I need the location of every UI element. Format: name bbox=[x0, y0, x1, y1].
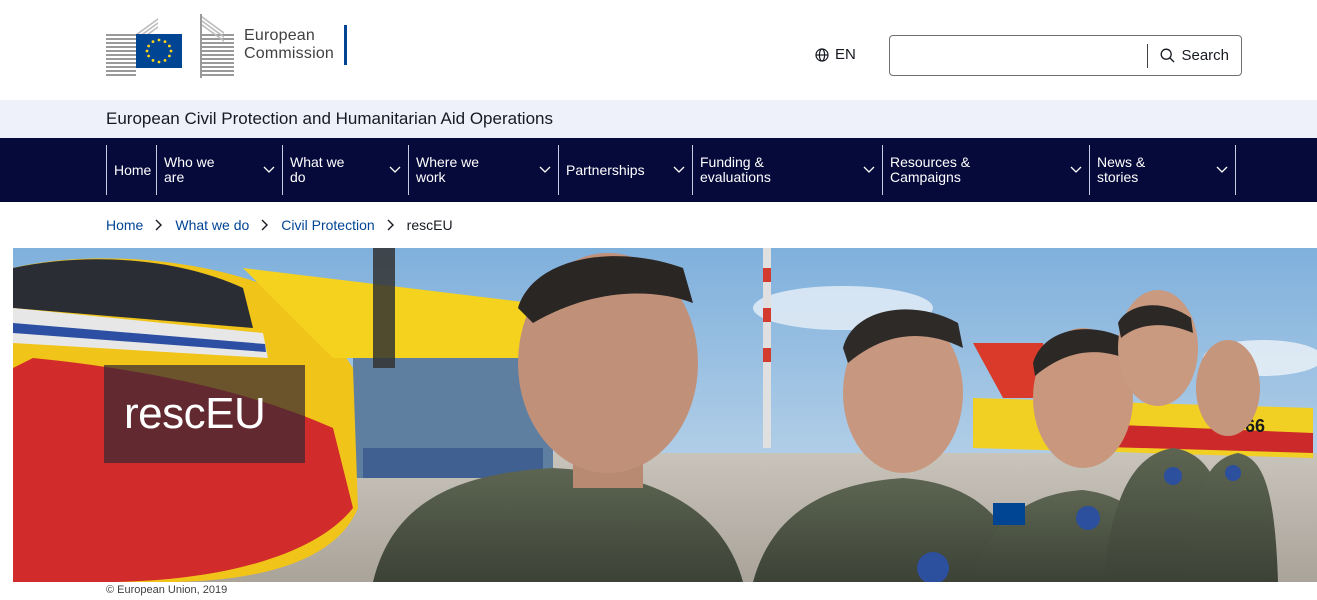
hero-banner: 66 rescEU bbox=[13, 248, 1317, 582]
menu-item-news-stories[interactable]: News & stories bbox=[1090, 145, 1236, 195]
menu-item-partnerships[interactable]: Partnerships bbox=[559, 145, 693, 195]
chevron-down-icon bbox=[1070, 166, 1082, 174]
breadcrumb: Home What we do Civil Protection rescEU bbox=[0, 202, 1317, 248]
chevron-down-icon bbox=[539, 166, 551, 174]
site-name-bar: European Civil Protection and Humanitari… bbox=[0, 100, 1317, 138]
ec-emblem-icon bbox=[106, 14, 234, 78]
search-button-label: Search bbox=[1181, 47, 1229, 64]
logo-line-2: Commission bbox=[244, 45, 335, 62]
menu-item-label: Where we work bbox=[416, 154, 480, 185]
chevron-right-icon bbox=[261, 219, 269, 231]
menu-item-label: Home bbox=[114, 161, 152, 178]
language-code: EN bbox=[835, 46, 856, 63]
menu-item-what-we-do[interactable]: What we do bbox=[283, 145, 409, 195]
logo-line-1: European bbox=[244, 27, 315, 44]
breadcrumb-home[interactable]: Home bbox=[106, 217, 143, 233]
menu-item-label: What we do bbox=[290, 154, 345, 185]
menu-item-label: News & stories bbox=[1097, 154, 1146, 185]
menu-item-resources-campaigns[interactable]: Resources & Campaigns bbox=[883, 145, 1090, 195]
chevron-down-icon bbox=[863, 166, 875, 174]
main-menu: Home Who we are What we do Where we work Pa… bbox=[0, 138, 1317, 202]
page-title: rescEU bbox=[124, 389, 266, 438]
logo-text: European Commission bbox=[244, 27, 334, 63]
search-input[interactable] bbox=[890, 36, 1148, 75]
menu-item-label: Partnerships bbox=[566, 161, 645, 178]
language-selector[interactable]: EN bbox=[815, 46, 856, 63]
chevron-right-icon bbox=[387, 219, 395, 231]
menu-item-label: Resources & Campaigns bbox=[890, 154, 971, 185]
logo-accent-bar bbox=[344, 25, 348, 65]
breadcrumb-current: rescEU bbox=[406, 217, 453, 233]
european-commission-logo[interactable]: European Commission bbox=[106, 10, 366, 80]
globe-icon bbox=[815, 47, 829, 62]
menu-item-funding-evaluations[interactable]: Funding & evaluations bbox=[693, 145, 883, 195]
menu-item-where-we-work[interactable]: Where we work bbox=[409, 145, 559, 195]
hero-title-box: rescEU bbox=[104, 365, 305, 463]
menu-item-home[interactable]: Home bbox=[107, 145, 157, 195]
chevron-down-icon bbox=[673, 166, 685, 174]
menu-item-label: Who we are bbox=[164, 154, 215, 185]
image-credit: © European Union, 2019 bbox=[0, 582, 1317, 600]
menu-item-label: Funding & evaluations bbox=[700, 154, 771, 185]
chevron-down-icon bbox=[263, 166, 275, 174]
chevron-down-icon bbox=[1216, 166, 1228, 174]
chevron-down-icon bbox=[389, 166, 401, 174]
breadcrumb-civil-protection[interactable]: Civil Protection bbox=[281, 217, 374, 233]
search-button[interactable]: Search bbox=[1148, 36, 1241, 75]
search-icon bbox=[1161, 48, 1175, 63]
chevron-right-icon bbox=[155, 219, 163, 231]
site-header: European Commission EN Search bbox=[0, 0, 1317, 100]
breadcrumb-what-we-do[interactable]: What we do bbox=[175, 217, 249, 233]
menu-item-who-we-are[interactable]: Who we are bbox=[157, 145, 283, 195]
site-name[interactable]: European Civil Protection and Humanitari… bbox=[106, 109, 553, 129]
search-form: Search bbox=[889, 35, 1242, 76]
